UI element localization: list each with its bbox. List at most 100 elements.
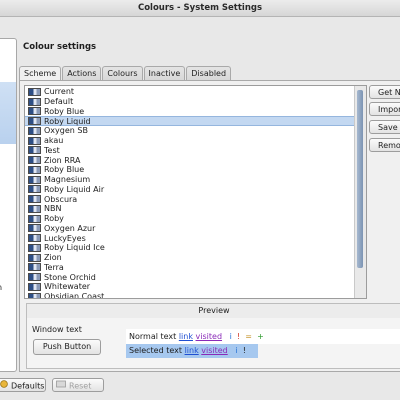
- tab-bar: Scheme Actions Colours Inactive Disabled: [19, 66, 232, 81]
- scheme-list-item[interactable]: Magnesium: [25, 175, 354, 185]
- preview-selected-alert-mark: !: [242, 346, 246, 355]
- preview-selected-link[interactable]: link: [185, 346, 199, 355]
- scheme-list-item[interactable]: Oxygen SB: [25, 126, 354, 136]
- scheme-list-item[interactable]: Current: [25, 87, 354, 97]
- defaults-label: Defaults: [11, 381, 45, 391]
- reset-button[interactable]: Reset: [52, 378, 104, 392]
- scheme-name: Roby Blue: [44, 165, 85, 175]
- tab-actions[interactable]: Actions: [62, 66, 102, 80]
- scheme-name: Obsidian Coast: [44, 292, 105, 299]
- scheme-preview-icon: [28, 126, 41, 135]
- scheme-list-item[interactable]: Roby Blue: [25, 165, 354, 175]
- scheme-preview-icon: [28, 253, 41, 262]
- scheme-preview-icon: [28, 263, 41, 272]
- scheme-preview-icon: [28, 117, 41, 126]
- tab-disabled[interactable]: Disabled: [186, 66, 232, 80]
- scheme-list-scrollbar[interactable]: [354, 86, 366, 298]
- preview-selected-visited-link[interactable]: visited: [201, 346, 227, 355]
- scheme-preview-icon: [28, 107, 41, 116]
- scheme-preview-icon: [28, 87, 41, 96]
- scheme-preview-icon: [28, 146, 41, 155]
- scheme-list-item[interactable]: Roby Blue: [25, 107, 354, 117]
- scheme-list-item[interactable]: NBN: [25, 204, 354, 214]
- preview-normal-text: Normal text: [129, 332, 177, 341]
- scheme-name: Whitewater: [44, 282, 91, 292]
- scheme-name: Zion: [44, 253, 62, 263]
- scheme-list-item[interactable]: Zion: [25, 253, 354, 263]
- scheme-name: Magnesium: [44, 175, 91, 185]
- scheme-preview-icon: [28, 185, 41, 194]
- scheme-preview-icon: [28, 273, 41, 282]
- sidebar-item-label-fragment: n: [0, 283, 3, 292]
- scheme-preview-icon: [28, 214, 41, 223]
- defaults-icon: [0, 379, 8, 393]
- reset-icon: [56, 379, 66, 393]
- scheme-list-item[interactable]: Default: [25, 97, 354, 107]
- scheme-list-item[interactable]: Whitewater: [25, 282, 354, 292]
- scheme-list-item[interactable]: Terra: [25, 263, 354, 273]
- scheme-name: Roby Liquid Ice: [44, 243, 105, 253]
- scheme-name: akau: [44, 136, 64, 146]
- preview-link[interactable]: link: [179, 332, 193, 341]
- preview-normal-text-row: Normal text link visited i ! = +: [126, 329, 400, 344]
- scheme-preview-icon: [28, 156, 41, 165]
- preview-window-text: Window text: [32, 325, 82, 334]
- import-scheme-button[interactable]: Import: [369, 102, 400, 116]
- reset-label: Reset: [69, 381, 92, 391]
- preview-positive-mark: +: [257, 332, 264, 341]
- scheme-name: Roby Liquid: [44, 116, 91, 126]
- scheme-list-item[interactable]: Stone Orchid: [25, 272, 354, 282]
- preview-title: Preview: [26, 303, 400, 319]
- scrollbar-thumb[interactable]: [357, 90, 363, 268]
- scheme-list-item[interactable]: LuckyEyes: [25, 233, 354, 243]
- get-new-schemes-button[interactable]: Get New: [369, 85, 400, 99]
- save-scheme-button[interactable]: Save: [369, 120, 400, 134]
- scheme-name: Roby Liquid Air: [44, 184, 105, 194]
- scheme-preview-icon: [28, 292, 41, 298]
- scheme-preview-icon: [28, 136, 41, 145]
- scheme-list-item[interactable]: Test: [25, 146, 354, 156]
- scheme-name: Current: [44, 87, 75, 97]
- scheme-name: Zion RRA: [44, 155, 81, 165]
- preview-selected-text-row: Selected text link visited i !: [126, 344, 258, 358]
- scheme-list-item[interactable]: Obsidian Coast: [25, 292, 354, 299]
- remove-scheme-button[interactable]: Remove: [369, 138, 400, 152]
- scheme-name: Stone Orchid: [44, 272, 96, 282]
- scheme-preview-icon: [28, 175, 41, 184]
- preview-selected-info-mark: i: [235, 346, 238, 355]
- scheme-preview-icon: [28, 165, 41, 174]
- preview-push-button[interactable]: Push Button: [33, 339, 101, 355]
- scheme-list[interactable]: Current Default Roby Blue Roby Liquid Oxygen…: [24, 85, 367, 299]
- scheme-list-item[interactable]: Roby: [25, 214, 354, 224]
- sidebar-selected-item[interactable]: [0, 82, 16, 144]
- tab-scheme[interactable]: Scheme: [19, 66, 62, 81]
- preview-alert-mark: !: [236, 332, 241, 341]
- scheme-preview-icon: [28, 204, 41, 213]
- scheme-preview-icon: [28, 195, 41, 204]
- scheme-name: Default: [44, 97, 74, 107]
- sidebar[interactable]: n: [0, 38, 17, 372]
- scheme-list-item[interactable]: Roby Liquid: [25, 116, 354, 126]
- preview-info-mark: i: [229, 332, 232, 341]
- scheme-list-item[interactable]: Oxygen Azur: [25, 224, 354, 234]
- tab-inactive[interactable]: Inactive: [143, 66, 186, 80]
- preview-visited-link[interactable]: visited: [196, 332, 222, 341]
- scheme-name: Roby Blue: [44, 106, 85, 116]
- scheme-list-item[interactable]: Roby Liquid Ice: [25, 243, 354, 253]
- scheme-list-item[interactable]: Zion RRA: [25, 155, 354, 165]
- scheme-name: Terra: [44, 262, 64, 272]
- scheme-preview-icon: [28, 97, 41, 106]
- scheme-list-item[interactable]: Obscura: [25, 194, 354, 204]
- defaults-button[interactable]: Defaults: [0, 378, 46, 392]
- scheme-preview-icon: [28, 243, 41, 252]
- scheme-preview-icon: [28, 282, 41, 291]
- scheme-name: Oxygen SB: [44, 126, 88, 136]
- scheme-list-item[interactable]: Roby Liquid Air: [25, 185, 354, 195]
- tab-colours[interactable]: Colours: [102, 66, 143, 80]
- scheme-preview-icon: [28, 224, 41, 233]
- scheme-name: Oxygen Azur: [44, 223, 96, 233]
- scheme-name: Obscura: [44, 194, 78, 204]
- scheme-name: Roby: [44, 214, 64, 224]
- scheme-list-item[interactable]: akau: [25, 136, 354, 146]
- scheme-preview-icon: [28, 234, 41, 243]
